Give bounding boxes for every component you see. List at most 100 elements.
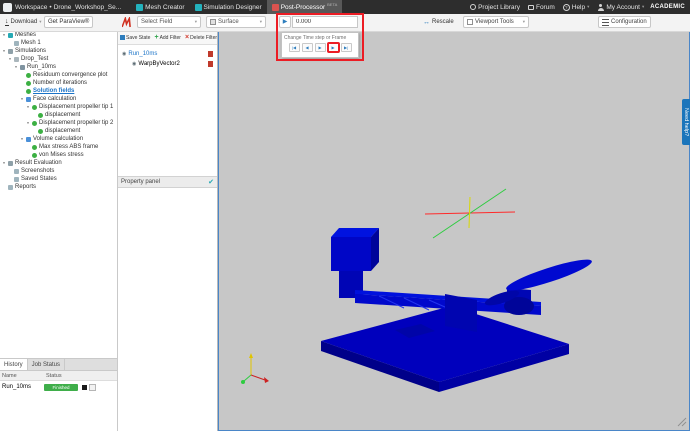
- tab-simulation-designer[interactable]: Simulation Designer: [190, 0, 267, 14]
- pipeline-item-warpbyvector2[interactable]: ◉ WarpByVector2: [118, 59, 217, 69]
- time-step-tooltip: Change Time step or Frame: [284, 35, 347, 41]
- tree-item-label: Volume calculation: [33, 136, 84, 142]
- viewport-resize-handle[interactable]: [677, 417, 687, 427]
- tree-item-residuum-convergence-plot[interactable]: Residuum convergence plot: [0, 71, 117, 79]
- tree-item-meshes[interactable]: ▾ Meshes: [0, 31, 117, 39]
- caret-down-icon[interactable]: ▾: [26, 105, 30, 109]
- tree-item-label: Mesh 1: [21, 40, 41, 46]
- caret-down-icon[interactable]: ▾: [2, 49, 6, 53]
- stop-icon[interactable]: [82, 384, 87, 390]
- caret-down-icon[interactable]: ▾: [20, 137, 24, 141]
- history-row[interactable]: Run_10ms Finished: [0, 381, 117, 393]
- time-play-button[interactable]: ▶: [279, 16, 291, 28]
- rescale-button[interactable]: ↔ Rescale: [420, 16, 457, 28]
- select-field-dropdown[interactable]: Select Field ▾: [137, 16, 201, 28]
- next-frame-button[interactable]: ▶: [327, 43, 339, 52]
- close-icon: ×: [184, 34, 190, 41]
- viewport-tools-dropdown[interactable]: Viewport Tools ▾: [463, 16, 529, 28]
- tab-post-processor[interactable]: Post-Processor BETA: [266, 0, 343, 14]
- tree-item-face-calculation[interactable]: ▾ Face calculation: [0, 95, 117, 103]
- menu-help[interactable]: Help▾: [562, 3, 589, 11]
- tree-item-max-stress-abs-frame[interactable]: Max stress ABS frame: [0, 143, 117, 151]
- history-header: Name Status: [0, 371, 117, 381]
- time-step-panel: Change Time step or Frame |◀ ◀ ▶ ▶ ▶|: [281, 32, 359, 58]
- tree-item-displacement-propeller-tip-1[interactable]: ▾ Displacement propeller tip 1: [0, 103, 117, 111]
- download-button[interactable]: ↓ Download ▾: [2, 16, 44, 28]
- app-logo-icon[interactable]: [3, 2, 12, 12]
- menu-label: Forum: [535, 3, 555, 11]
- tree-item-drop-test[interactable]: ▾ Drop_Test: [0, 55, 117, 63]
- add-filter-label: Add Filter: [159, 34, 181, 41]
- tab-job-status[interactable]: Job Status: [28, 359, 66, 370]
- representation-label: Surface: [218, 19, 239, 25]
- delete-filter-button[interactable]: × Delete Filter: [185, 34, 217, 41]
- caret-down-icon[interactable]: ▾: [26, 121, 30, 125]
- tree-item-number-of-iterations[interactable]: Number of iterations: [0, 79, 117, 87]
- tree-item-run-10ms[interactable]: ▾ Run_10ms: [0, 63, 117, 71]
- last-frame-button[interactable]: ▶|: [340, 43, 352, 52]
- tree-item-saved-states[interactable]: Saved States: [0, 175, 117, 183]
- rotation-center-axes: [424, 188, 516, 239]
- dot-icon: [26, 88, 31, 94]
- need-help-tab[interactable]: Need help?: [682, 99, 690, 145]
- viewport-canvas[interactable]: [219, 32, 689, 430]
- delete-run-icon[interactable]: [89, 383, 96, 391]
- caret-down-icon[interactable]: ▾: [2, 161, 6, 165]
- previous-frame-button[interactable]: ◀: [301, 43, 313, 52]
- tab-mesh-creator[interactable]: Mesh Creator: [131, 0, 189, 14]
- tree-item-mesh-1[interactable]: Mesh 1: [0, 39, 117, 47]
- tree-item-result-evaluation[interactable]: ▾ Result Evaluation: [0, 159, 117, 167]
- caret-down-icon[interactable]: ▾: [14, 65, 18, 69]
- tree-item-von-mises-stress[interactable]: von Mises stress: [0, 151, 117, 159]
- project-sidebar: ▾ Meshes Mesh 1 ▾ Simulations ▾ Drop_Test ▾ Run_…: [0, 31, 118, 358]
- status-badge: Finished: [44, 383, 78, 391]
- workspace-breadcrumb[interactable]: Workspace • Drone_Workshop_Se...: [15, 4, 121, 11]
- menu-project-library[interactable]: Project Library: [470, 4, 520, 11]
- tree-item-displacement-propeller-tip-2[interactable]: ▾ Displacement propeller tip 2: [0, 119, 117, 127]
- tree-item-volume-calculation[interactable]: ▾ Volume calculation: [0, 135, 117, 143]
- pipeline-item-run-10ms[interactable]: ◉ Run_10ms: [118, 49, 217, 59]
- menu-my-account[interactable]: My Account ▾: [597, 3, 644, 11]
- configuration-button[interactable]: Configuration: [598, 16, 651, 28]
- rescale-icon: ↔: [423, 18, 430, 26]
- menu-forum[interactable]: Forum: [527, 3, 555, 11]
- property-panel-label: Property panel: [121, 179, 161, 185]
- library-icon: [470, 4, 477, 10]
- visibility-eye-icon[interactable]: ◉: [122, 51, 126, 57]
- apply-check-icon[interactable]: ✔: [208, 178, 214, 186]
- caret-down-icon[interactable]: ▾: [8, 57, 12, 61]
- tree-item-label: Number of iterations: [33, 80, 88, 86]
- account-icon: [597, 3, 604, 11]
- filter-badge-icon[interactable]: [208, 61, 213, 67]
- add-filter-button[interactable]: + Add Filter: [154, 34, 181, 41]
- representation-dropdown[interactable]: Surface ▾: [206, 16, 266, 28]
- drone-model[interactable]: [321, 228, 594, 392]
- grid-icon: [8, 32, 13, 38]
- caret-down-icon[interactable]: ▾: [20, 97, 24, 101]
- tree-item-displacement[interactable]: displacement: [0, 127, 117, 135]
- tree-item-label: Residuum convergence plot: [33, 72, 108, 78]
- first-frame-button[interactable]: |◀: [288, 43, 300, 52]
- tree-item-simulations[interactable]: ▾ Simulations: [0, 47, 117, 55]
- play-button[interactable]: ▶: [314, 43, 326, 52]
- dot-icon: [26, 80, 31, 86]
- get-paraview-button[interactable]: Get ParaView®: [44, 16, 94, 28]
- visibility-eye-icon[interactable]: ◉: [132, 61, 136, 67]
- caret-down-icon[interactable]: ▾: [2, 33, 6, 37]
- mesh-icon: [14, 40, 19, 46]
- tab-history[interactable]: History: [0, 359, 28, 370]
- cube-icon: [210, 19, 216, 25]
- viewport[interactable]: [218, 31, 690, 431]
- time-input[interactable]: [292, 16, 358, 28]
- tree-item-screenshots[interactable]: Screenshots: [0, 167, 117, 175]
- save-state-button[interactable]: Save State: [120, 35, 150, 41]
- caret-down-icon: ▾: [39, 18, 42, 24]
- tree-item-label: Run_10ms: [27, 64, 57, 70]
- dot-icon: [32, 152, 37, 158]
- calc-icon: [26, 136, 31, 142]
- tree-item-reports[interactable]: Reports: [0, 183, 117, 191]
- calc-icon: [26, 96, 31, 102]
- tree-item-displacement[interactable]: displacement: [0, 111, 117, 119]
- tree-item-solution-fields[interactable]: Solution fields: [0, 87, 117, 95]
- filter-badge-icon[interactable]: [208, 51, 213, 57]
